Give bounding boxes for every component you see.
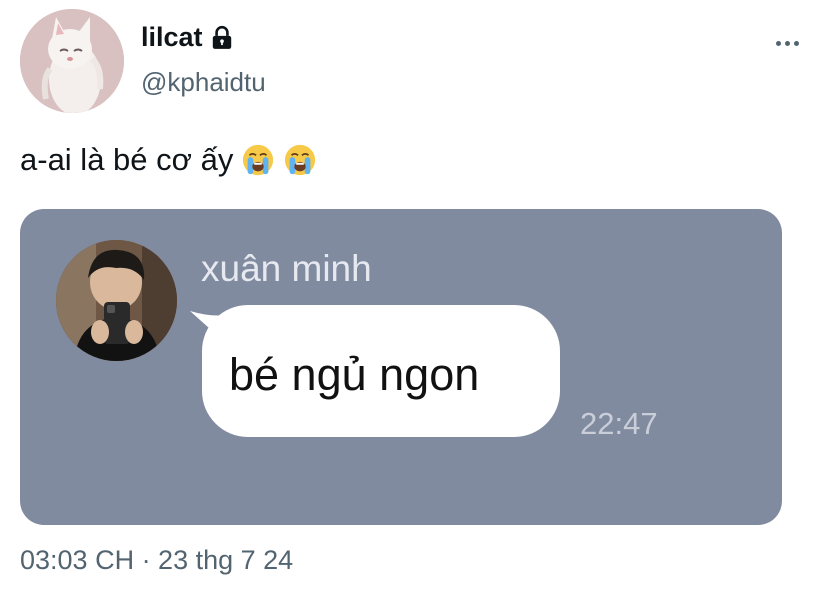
chat-message-time: 22:47 <box>580 406 658 441</box>
author-display-name[interactable]: lilcat <box>141 20 203 54</box>
author-display-name-row[interactable]: lilcat <box>141 20 235 54</box>
author-handle[interactable]: @kphaidtu <box>141 66 266 98</box>
more-options-icon <box>793 40 799 46</box>
lock-icon <box>212 25 231 49</box>
tweet-text: a-ai là bé cơ ấy <box>20 142 234 177</box>
tweet-text-row: a-ai là bé cơ ấy <box>20 138 317 182</box>
chat-sender-avatar <box>56 240 177 361</box>
loudly-crying-face-emoji-icon <box>243 144 274 176</box>
chat-sender-name: xuân minh <box>201 248 372 289</box>
author-avatar[interactable] <box>20 9 124 113</box>
chat-message-text: bé ngủ ngon <box>229 349 480 400</box>
cartoon-cat-avatar-icon <box>20 9 124 113</box>
person-mirror-selfie-icon <box>56 240 177 361</box>
tweet-media-image[interactable]: xuân minh bé ngủ ngon 22:47 <box>20 209 782 525</box>
more-options-icon <box>784 40 790 46</box>
more-options-icon <box>775 40 781 46</box>
loudly-crying-face-emoji-icon <box>285 144 316 176</box>
tweet-timestamp[interactable]: 03:03 CH · 23 thg 7 24 <box>20 543 293 577</box>
more-options-button[interactable] <box>770 28 804 58</box>
